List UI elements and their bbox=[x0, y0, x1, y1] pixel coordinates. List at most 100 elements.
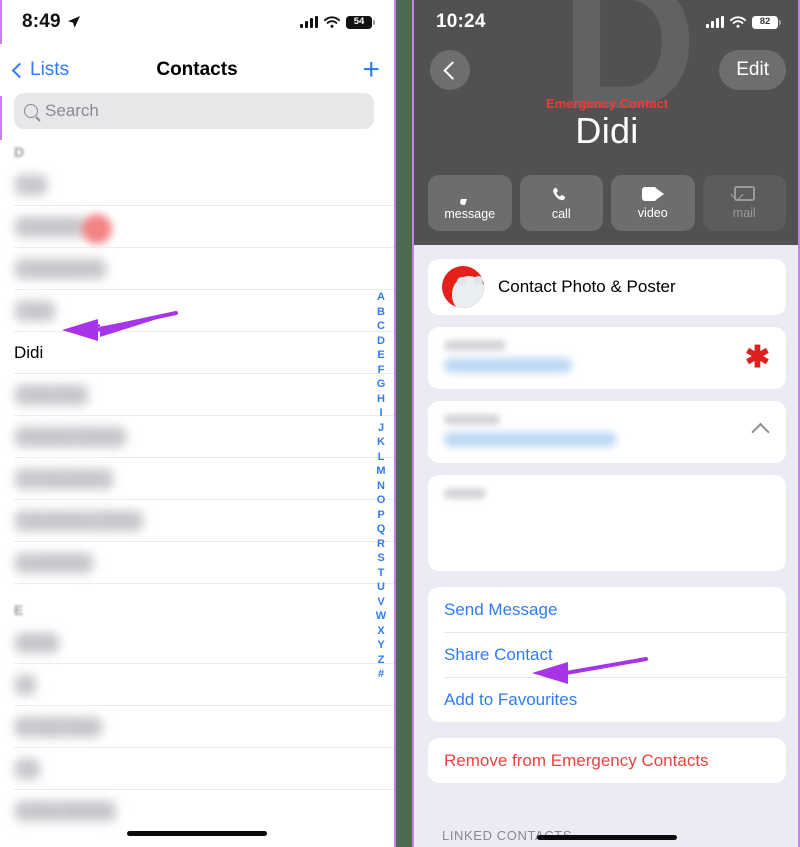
contacts-nav-bar: Lists Contacts + bbox=[0, 44, 394, 96]
alpha-index-item[interactable]: U bbox=[377, 580, 385, 595]
list-item[interactable]: Esha Mehta bbox=[0, 790, 394, 832]
wifi-icon bbox=[324, 16, 340, 28]
alpha-index-item[interactable]: I bbox=[379, 406, 382, 421]
phone-handset-icon bbox=[550, 186, 572, 202]
contacts-list-screen: 8:49 54 Lists Contacts + Search D Dq Daa… bbox=[0, 0, 396, 847]
contact-photo-poster-row[interactable]: Contact Photo & Poster bbox=[428, 259, 786, 315]
battery-level: 82 bbox=[759, 16, 771, 28]
alpha-index-item[interactable]: W bbox=[376, 609, 386, 624]
list-item[interactable]: Dr Anushka bbox=[0, 458, 394, 500]
contact-row-didi[interactable]: Didi bbox=[0, 332, 394, 374]
field-label-redacted bbox=[444, 340, 506, 351]
contacts-list[interactable]: D Dq Daanish Deepanshi Dev Didi Didi Did… bbox=[0, 140, 394, 847]
alpha-index-item[interactable]: C bbox=[377, 319, 385, 334]
contact-actions-card: Send Message Share Contact Add to Favour… bbox=[428, 587, 786, 722]
list-item[interactable]: El bbox=[0, 748, 394, 790]
list-item[interactable]: Dumbidu bbox=[0, 542, 394, 584]
alpha-index-item[interactable]: T bbox=[378, 566, 385, 581]
field-label-redacted bbox=[444, 414, 500, 425]
list-item[interactable]: Daanish bbox=[0, 206, 394, 248]
alpha-index-item[interactable]: Q bbox=[377, 522, 386, 537]
contact-name: Dev bbox=[14, 300, 57, 322]
alpha-index-item[interactable]: Z bbox=[378, 653, 385, 668]
contact-name: Dipsha Sinha bbox=[14, 426, 128, 448]
alpha-index-item[interactable]: # bbox=[378, 667, 384, 682]
home-indicator bbox=[127, 831, 267, 836]
alpha-index-item[interactable]: S bbox=[377, 551, 384, 566]
back-to-lists-button[interactable]: Lists bbox=[11, 59, 69, 81]
redacted-notes-content bbox=[428, 475, 786, 512]
status-bar-time-group: 8:49 bbox=[22, 11, 81, 33]
status-bar-right: 10:24 82 bbox=[414, 0, 800, 44]
list-item[interactable]: Dq bbox=[0, 164, 394, 206]
battery-indicator: 82 bbox=[752, 15, 781, 29]
alpha-index-item[interactable]: V bbox=[377, 595, 384, 610]
add-to-favourites-link[interactable]: Add to Favourites bbox=[428, 677, 786, 722]
alpha-index-item[interactable]: G bbox=[377, 377, 386, 392]
location-arrow-icon bbox=[67, 16, 80, 28]
back-button[interactable] bbox=[430, 50, 470, 90]
list-item[interactable]: Didi Didi bbox=[0, 374, 394, 416]
status-bar-indicators-left: 54 bbox=[300, 15, 375, 29]
alpha-index-item[interactable]: K bbox=[377, 435, 385, 450]
alpha-index-item[interactable]: N bbox=[377, 479, 385, 494]
contact-field-card[interactable] bbox=[428, 401, 786, 463]
call-button[interactable]: call bbox=[519, 175, 603, 231]
list-item[interactable]: Ekta bbox=[0, 622, 394, 664]
contact-name: Dumbidu bbox=[14, 552, 95, 574]
list-item[interactable]: Dev bbox=[0, 290, 394, 332]
alpha-index-item[interactable]: J bbox=[378, 421, 384, 436]
add-contact-button[interactable]: + bbox=[362, 55, 380, 85]
contact-name: Esha Mehta bbox=[14, 800, 117, 822]
video-button[interactable]: video bbox=[611, 175, 695, 231]
alpha-index-item[interactable]: H bbox=[377, 392, 385, 407]
contact-name: Ekta bbox=[14, 632, 61, 654]
alpha-index-item[interactable]: L bbox=[378, 450, 385, 465]
redacted-field-content bbox=[428, 401, 786, 460]
chevron-left-icon bbox=[11, 62, 28, 78]
status-bar-time: 8:49 bbox=[22, 11, 61, 32]
status-bar-left: 8:49 54 bbox=[0, 0, 394, 44]
list-item[interactable]: E bbox=[0, 664, 394, 706]
message-button[interactable]: message bbox=[428, 175, 512, 231]
search-input[interactable]: Search bbox=[14, 93, 374, 129]
list-item[interactable]: Dipsha Sinha bbox=[0, 416, 394, 458]
home-indicator bbox=[537, 835, 677, 840]
alpha-index-item[interactable]: F bbox=[378, 363, 385, 378]
contact-photo-poster-label: Contact Photo & Poster bbox=[498, 277, 676, 296]
status-bar-time: 10:24 bbox=[436, 11, 486, 32]
battery-indicator: 54 bbox=[346, 15, 375, 29]
field-value-redacted bbox=[444, 432, 616, 447]
contact-notes-card[interactable] bbox=[428, 475, 786, 571]
send-message-link[interactable]: Send Message bbox=[428, 587, 786, 632]
contact-detail-body: Contact Photo & Poster ✱ Send Message Sh… bbox=[414, 245, 800, 847]
alpha-index-item[interactable]: A bbox=[377, 290, 385, 305]
contact-name-title: Didi bbox=[575, 110, 639, 151]
list-item[interactable]: Darshana Shah bbox=[0, 500, 394, 542]
alphabet-index[interactable]: A B C D E F G H I J K L M N O P Q R S T … bbox=[373, 290, 389, 682]
battery-level: 54 bbox=[353, 16, 365, 28]
edit-button[interactable]: Edit bbox=[719, 50, 786, 90]
alpha-index-item[interactable]: Y bbox=[377, 638, 384, 653]
contact-name: Daanish bbox=[14, 216, 89, 238]
share-contact-link[interactable]: Share Contact bbox=[428, 632, 786, 677]
alpha-index-item[interactable]: M bbox=[376, 464, 385, 479]
quick-actions-row: message call video mail bbox=[428, 175, 786, 231]
alpha-index-item[interactable]: X bbox=[377, 624, 384, 639]
alpha-index-item[interactable]: P bbox=[377, 508, 384, 523]
contact-hero-header: D 10:24 82 Edit Emergency Contact Didi m… bbox=[414, 0, 800, 245]
alpha-index-item[interactable]: E bbox=[377, 348, 384, 363]
alpha-index-item[interactable]: R bbox=[377, 537, 385, 552]
list-item[interactable]: Emily Ray bbox=[0, 706, 394, 748]
list-item[interactable]: Deepanshi bbox=[0, 248, 394, 290]
alpha-index-item[interactable]: O bbox=[377, 493, 386, 508]
cellular-bars-icon bbox=[706, 16, 724, 28]
remove-from-emergency-contacts-link[interactable]: Remove from Emergency Contacts bbox=[428, 738, 786, 783]
contact-field-card[interactable]: ✱ bbox=[428, 327, 786, 389]
alpha-index-item[interactable]: B bbox=[377, 305, 385, 320]
video-button-label: video bbox=[637, 205, 668, 220]
call-button-label: call bbox=[551, 206, 571, 221]
alpha-index-item[interactable]: D bbox=[377, 334, 385, 349]
contact-name: Didi Didi bbox=[14, 384, 90, 406]
polar-bear-avatar bbox=[442, 266, 484, 308]
